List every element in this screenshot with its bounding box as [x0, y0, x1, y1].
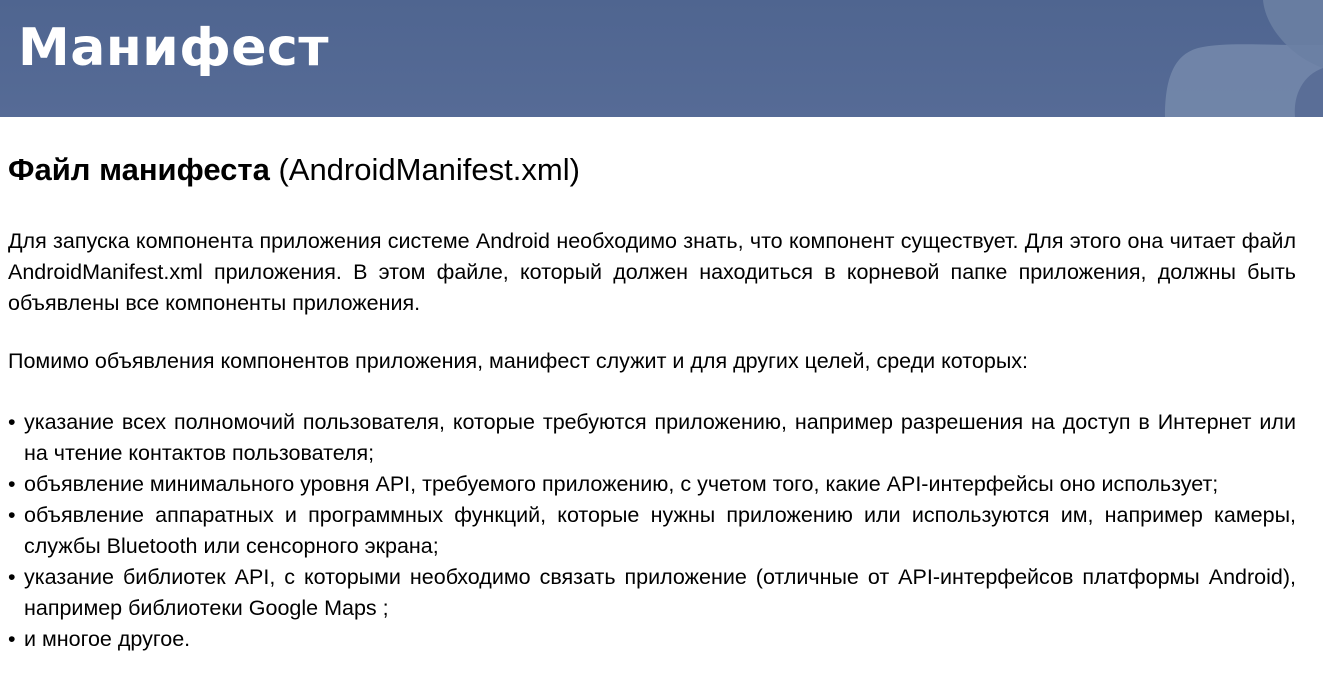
purposes-paragraph: Помимо объявления компонентов приложения…	[8, 349, 1028, 373]
bullet-icon: •	[8, 410, 16, 434]
list-item: • указание всех полномочий пользователя, …	[8, 407, 1296, 469]
list-item: • указание библиотек API, с которыми необ…	[8, 562, 1296, 624]
list-item-text: объявление минимального уровня API, треб…	[24, 472, 1219, 496]
section-heading-bold: Файл манифеста	[8, 152, 270, 187]
slide-header: Манифест	[0, 0, 1323, 117]
bullet-icon: •	[8, 627, 16, 651]
list-item: • и многое другое.	[8, 624, 1296, 655]
list-item-text: указание библиотек API, с которыми необх…	[24, 565, 1296, 620]
list-item-text: и многое другое.	[24, 627, 191, 651]
section-heading: Файл манифеста (AndroidManifest.xml)	[8, 150, 580, 190]
intro-paragraph: Для запуска компонента приложения систем…	[8, 229, 1296, 315]
section-heading-filename: (AndroidManifest.xml)	[269, 152, 580, 187]
list-item: • объявление аппаратных и программных фун…	[8, 500, 1296, 562]
list-item: • объявление минимального уровня API, тре…	[8, 469, 1296, 500]
list-item-text: указание всех полномочий пользователя, к…	[24, 410, 1296, 465]
list-item-text: объявление аппаратных и программных функ…	[24, 503, 1296, 558]
bullet-icon: •	[8, 472, 16, 496]
header-decoration	[1165, 0, 1323, 117]
slide-title: Манифест	[18, 18, 330, 78]
bullet-icon: •	[8, 503, 16, 527]
purposes-list: • указание всех полномочий пользователя, …	[8, 407, 1296, 655]
bullet-icon: •	[8, 565, 16, 589]
